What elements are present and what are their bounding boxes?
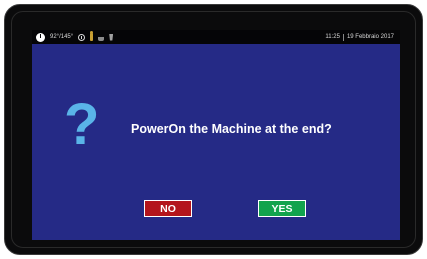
yes-button[interactable]: YES: [258, 200, 306, 217]
status-bar: 92°/145° 11:25 19 Febbraio 2017: [32, 30, 400, 44]
status-separator: [342, 33, 344, 41]
status-right-group: 11:25 19 Febbraio 2017: [325, 30, 394, 44]
no-button[interactable]: NO: [144, 200, 192, 217]
glass-icon: [109, 33, 114, 41]
power-icon[interactable]: [36, 32, 45, 42]
status-left-group: 92°/145°: [36, 30, 114, 44]
dialog-message: PowerOn the Machine at the end?: [131, 122, 332, 136]
question-mark-icon: ?: [64, 92, 100, 157]
temperature-readout: 92°/145°: [50, 34, 74, 40]
clock-icon: [78, 33, 86, 41]
date-readout: 19 Febbraio 2017: [346, 34, 394, 40]
time-readout: 11:25: [325, 34, 340, 40]
person-icon: [90, 31, 94, 41]
display-screen: 92°/145° 11:25 19 Febbraio 2017 ? PowerO…: [32, 30, 400, 240]
cup-icon: [98, 36, 105, 41]
